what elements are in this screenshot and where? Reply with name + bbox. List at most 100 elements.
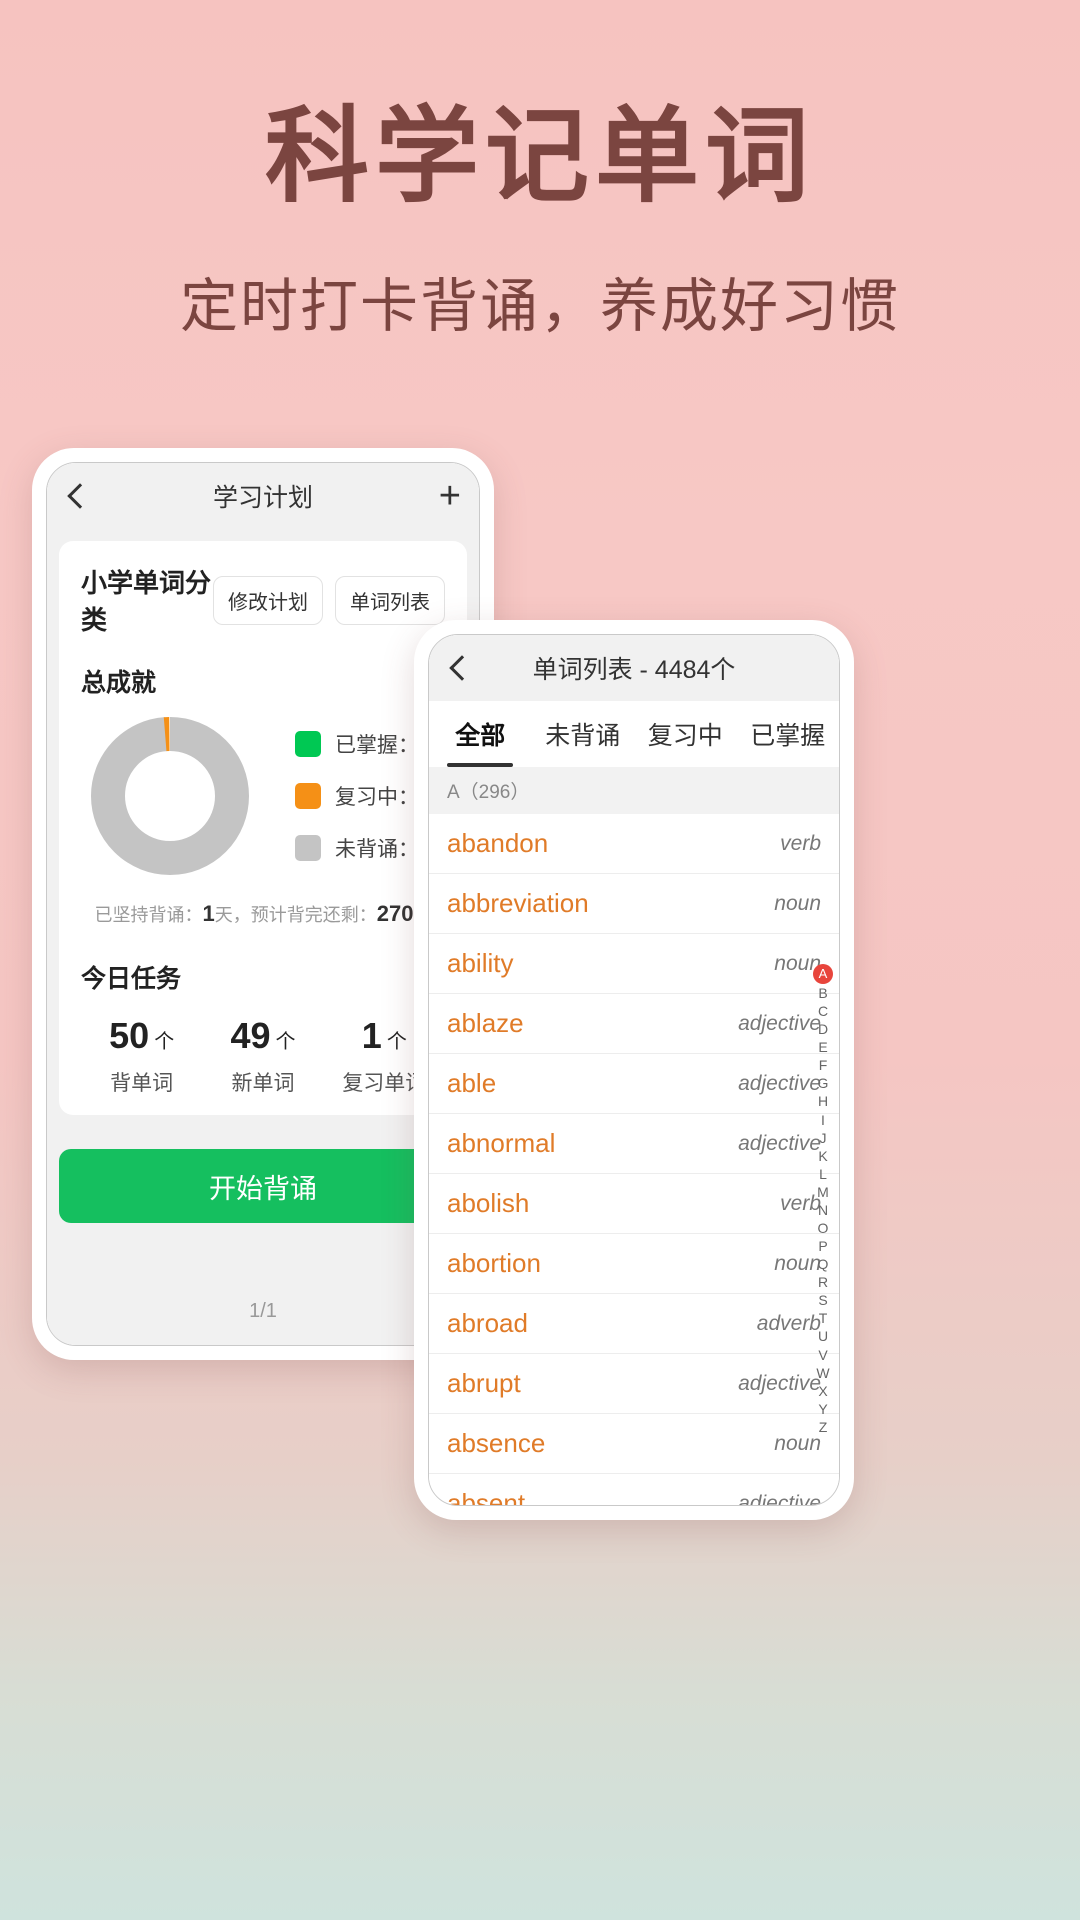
- alphabet-index-y[interactable]: Y: [818, 1401, 827, 1418]
- list-item[interactable]: abortion noun: [429, 1234, 839, 1294]
- streak-mid: 天，预计背完还剩：: [214, 905, 377, 925]
- stat-unit: 个: [275, 1031, 296, 1053]
- plan-card: 小学单词分类 修改计划 单词列表 总成就 已掌握： 复习中： 未背诵： 已坚持背…: [59, 541, 470, 1115]
- legend-swatch-unlearned: [295, 835, 321, 861]
- legend-swatch-mastered: [295, 731, 321, 757]
- phone-mockup-right: 单词列表 - 4484个 全部 未背诵 复习中 已掌握 A（296） aband…: [414, 620, 854, 1520]
- word-text: abrupt: [447, 1368, 521, 1398]
- tab-unlearned[interactable]: 未背诵: [532, 701, 635, 767]
- plan-title: 小学单词分类: [81, 568, 212, 635]
- achievement-donut-chart: [91, 717, 249, 875]
- phone-screen-right: 单词列表 - 4484个 全部 未背诵 复习中 已掌握 A（296） aband…: [428, 634, 840, 1506]
- plus-icon[interactable]: +: [439, 477, 461, 515]
- alphabet-index-t[interactable]: T: [819, 1310, 828, 1327]
- word-pos: adjective: [738, 1491, 821, 1506]
- word-text: abnormal: [447, 1128, 556, 1158]
- list-item[interactable]: abbreviation noun: [429, 874, 839, 934]
- alphabet-index-j[interactable]: J: [820, 1130, 827, 1147]
- stat-value-review-total: 50 个: [81, 1015, 202, 1057]
- alphabet-index-o[interactable]: O: [818, 1220, 829, 1237]
- list-item[interactable]: abroad adverb: [429, 1294, 839, 1354]
- plan-card-header: 小学单词分类 修改计划 单词列表: [81, 563, 445, 637]
- list-item[interactable]: absence noun: [429, 1414, 839, 1474]
- hero-section: 科学记单词 定时打卡背诵，养成好习惯: [0, 0, 1080, 341]
- word-list[interactable]: abandon verb abbreviation noun ability noun…: [429, 814, 839, 1505]
- achievement-heading: 总成就: [81, 669, 157, 697]
- alphabet-index-p[interactable]: P: [818, 1238, 827, 1255]
- list-item[interactable]: absent adjective: [429, 1474, 839, 1505]
- list-item[interactable]: abnormal adjective: [429, 1114, 839, 1174]
- legend-swatch-reviewing: [295, 783, 321, 809]
- word-text: absent: [447, 1488, 526, 1505]
- alphabet-index-i[interactable]: I: [821, 1112, 825, 1129]
- stat-number: 49: [230, 1015, 271, 1056]
- word-pos: noun: [774, 891, 821, 915]
- list-item[interactable]: abolish verb: [429, 1174, 839, 1234]
- alphabet-index-c[interactable]: C: [818, 1003, 828, 1020]
- alphabet-index-x[interactable]: X: [818, 1383, 827, 1400]
- alphabet-index-n[interactable]: N: [818, 1202, 828, 1219]
- legend-label-mastered: 已掌握：: [335, 734, 419, 757]
- back-chevron-icon[interactable]: [67, 483, 93, 509]
- word-list-button[interactable]: 单词列表: [335, 575, 445, 625]
- alphabet-index-u[interactable]: U: [818, 1328, 828, 1345]
- word-text: abandon: [447, 828, 549, 858]
- left-navbar: 学习计划 +: [47, 463, 479, 529]
- list-item[interactable]: ablaze adjective: [429, 994, 839, 1054]
- left-nav-title: 学习计划: [212, 484, 313, 512]
- stat-label-review-total: 背单词: [110, 1072, 174, 1095]
- alphabet-index-b[interactable]: B: [818, 985, 827, 1002]
- stat-unit: 个: [386, 1031, 407, 1053]
- streak-text: 已坚持背诵：1天，预计背完还剩：270天: [81, 901, 445, 927]
- word-text: abbreviation: [447, 888, 589, 918]
- alphabet-index-s[interactable]: S: [818, 1292, 827, 1309]
- alphabet-index-m[interactable]: M: [817, 1184, 829, 1201]
- alphabet-index-f[interactable]: F: [819, 1057, 828, 1074]
- word-text: absence: [447, 1428, 546, 1458]
- today-task-heading: 今日任务: [81, 965, 182, 993]
- word-filter-tabs: 全部 未背诵 复习中 已掌握: [429, 701, 839, 767]
- list-item[interactable]: able adjective: [429, 1054, 839, 1114]
- word-pos: verb: [780, 831, 821, 855]
- alphabet-index-l[interactable]: L: [819, 1166, 827, 1183]
- alphabet-index-r[interactable]: R: [818, 1274, 828, 1291]
- alphabet-index-e[interactable]: E: [818, 1039, 827, 1056]
- alphabet-index-scrubber[interactable]: ABCDEFGHIJKLMNOPQRSTUVWXYZ: [813, 964, 833, 1436]
- edit-plan-button[interactable]: 修改计划: [213, 575, 323, 625]
- start-reciting-button[interactable]: 开始背诵: [59, 1149, 467, 1223]
- today-stats: 50 个 背单词 49 个 新单词 1个 复习单词: [81, 1015, 445, 1097]
- tab-reviewing[interactable]: 复习中: [634, 701, 737, 767]
- alphabet-index-h[interactable]: H: [818, 1093, 828, 1110]
- legend-label-reviewing: 复习中：: [335, 786, 419, 809]
- streak-days: 1: [202, 901, 215, 926]
- word-text: abolish: [447, 1188, 530, 1218]
- word-pos: adjective: [738, 1011, 821, 1035]
- alphabet-index-z[interactable]: Z: [819, 1419, 828, 1436]
- alphabet-index-d[interactable]: D: [818, 1021, 828, 1038]
- stat-item: 50 个 背单词: [81, 1015, 202, 1097]
- achievement-chart-row: 已掌握： 0 复习中： 50 未背诵： 4434: [81, 717, 470, 875]
- right-navbar: 单词列表 - 4484个: [429, 635, 839, 701]
- alphabet-index-g[interactable]: G: [818, 1075, 829, 1092]
- list-item[interactable]: abandon verb: [429, 814, 839, 874]
- list-item[interactable]: ability noun: [429, 934, 839, 994]
- tab-mastered[interactable]: 已掌握: [737, 701, 840, 767]
- alphabet-index-v[interactable]: V: [818, 1347, 827, 1364]
- back-chevron-icon[interactable]: [449, 655, 475, 681]
- list-item[interactable]: abrupt adjective: [429, 1354, 839, 1414]
- alphabet-index-k[interactable]: K: [818, 1148, 827, 1165]
- word-text: abortion: [447, 1248, 541, 1278]
- alphabet-index-q[interactable]: Q: [818, 1256, 829, 1273]
- page-subtitle: 定时打卡背诵，养成好习惯: [179, 273, 900, 339]
- tab-all[interactable]: 全部: [429, 701, 532, 767]
- stat-label-new: 新单词: [231, 1072, 295, 1095]
- alphabet-index-w[interactable]: W: [816, 1365, 829, 1382]
- section-header-letter: A（296）: [429, 767, 839, 814]
- word-text: ability: [447, 948, 514, 978]
- legend-label-unlearned: 未背诵：: [335, 838, 419, 861]
- plan-actions: 修改计划 单词列表: [213, 575, 445, 625]
- stat-item: 49 个 新单词: [202, 1015, 323, 1097]
- right-nav-title: 单词列表 - 4484个: [532, 656, 736, 684]
- alphabet-index-a[interactable]: A: [813, 964, 833, 984]
- word-pos: adjective: [738, 1071, 821, 1095]
